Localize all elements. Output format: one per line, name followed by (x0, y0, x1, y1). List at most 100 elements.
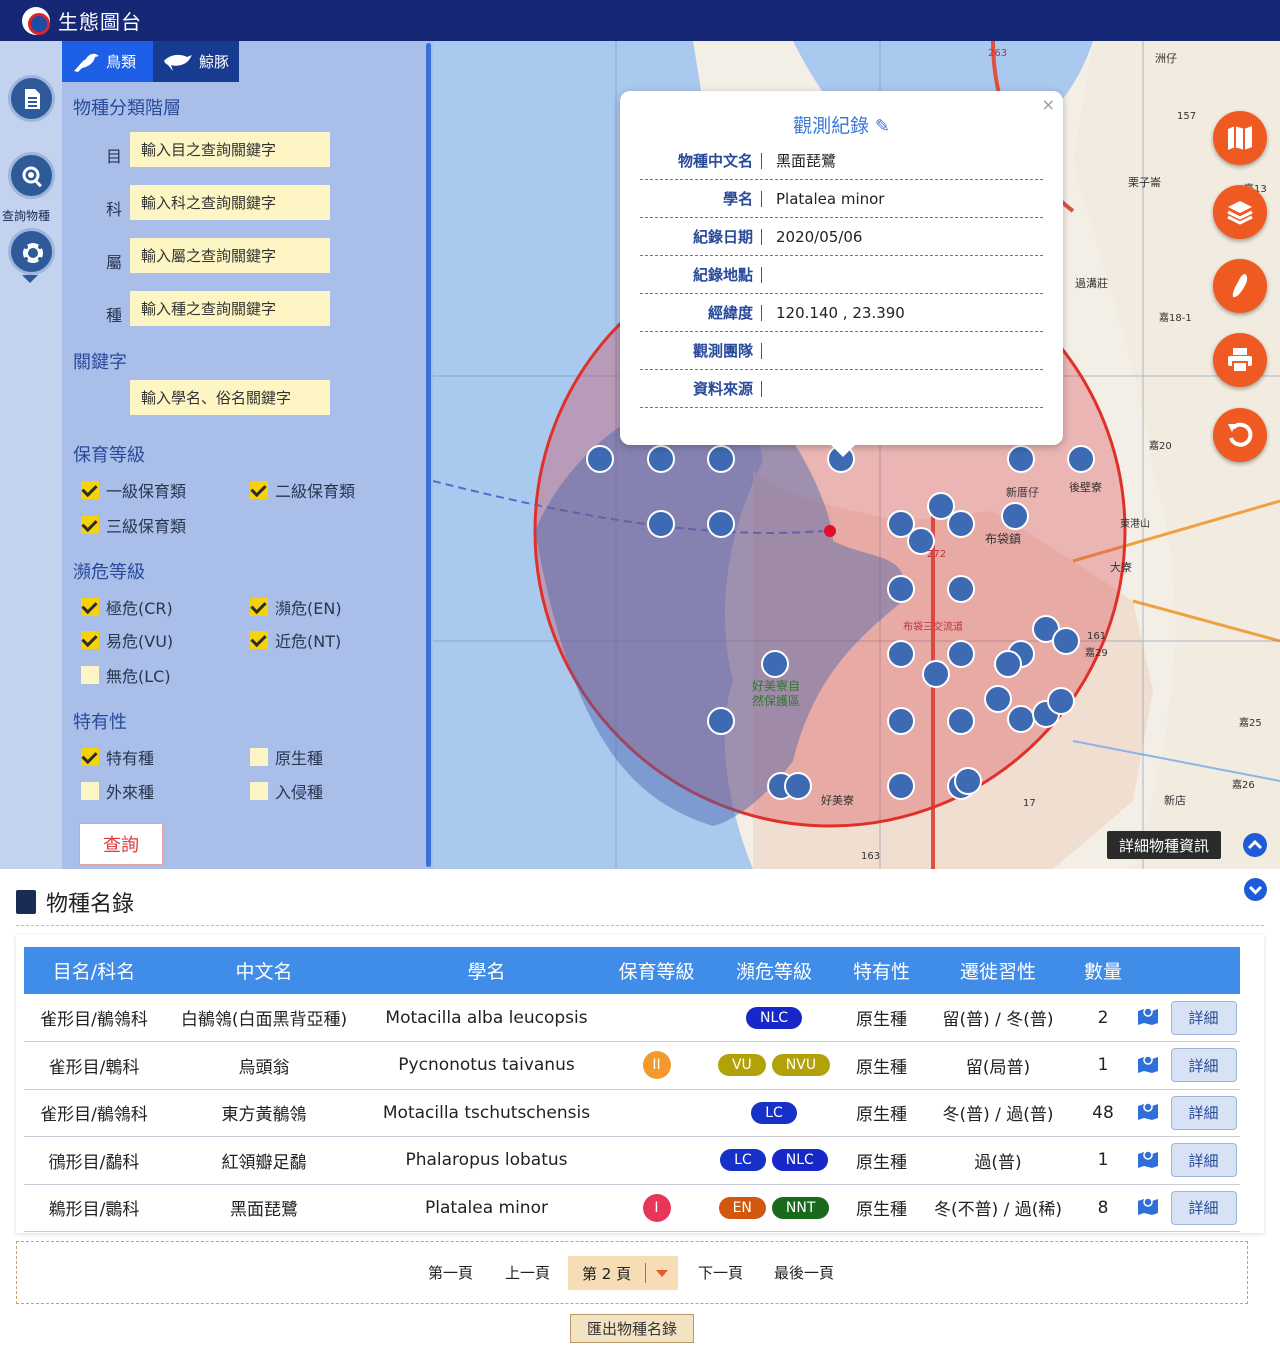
cell-count: 48 (1077, 1089, 1129, 1137)
map-location-icon[interactable] (1137, 1005, 1159, 1025)
chevron-down-icon[interactable] (22, 275, 38, 283)
checkbox-nt[interactable]: 近危(NT) (250, 628, 341, 652)
taiwan-extent-button[interactable] (1213, 259, 1267, 313)
species-input[interactable] (130, 291, 330, 326)
cell-order: 鴴形目/鷸科 (24, 1136, 164, 1185)
cell-detail: 詳細 (1167, 1184, 1240, 1232)
map-label: 東港山 (1120, 519, 1150, 530)
search-species-icon[interactable] (8, 152, 55, 199)
cell-order: 鵜形目/䴉科 (24, 1184, 164, 1232)
taxon-tabs: 鳥類 鯨豚 (62, 41, 239, 82)
checkbox-alien[interactable]: 外來種 (81, 779, 154, 803)
close-icon[interactable]: × (1042, 95, 1055, 114)
document-icon[interactable] (8, 75, 55, 122)
table-row: 雀形目/鶺鴒科 東方黃鶺鴒 Motacilla tschutschensis LC 原生… (24, 1089, 1240, 1137)
cell-endangered: LC (704, 1089, 844, 1137)
checkbox-native[interactable]: 原生種 (250, 745, 323, 769)
checkbox-protection-3[interactable]: 三級保育類 (81, 513, 186, 537)
cell-order: 雀形目/鶺鴒科 (24, 1089, 164, 1137)
cell-endangered: LC NLC (704, 1136, 844, 1185)
cell-protection: II (609, 1041, 704, 1090)
cell-detail: 詳細 (1167, 1089, 1240, 1137)
panel-scrollbar[interactable] (424, 41, 433, 869)
checkbox-lc[interactable]: 無危(LC) (81, 663, 171, 687)
print-button[interactable] (1213, 333, 1267, 387)
checkbox-icon (250, 598, 268, 616)
keyword-input[interactable] (130, 380, 330, 415)
scrollbar-thumb[interactable] (426, 43, 431, 867)
popup-title: 觀測紀錄 ✎ (793, 115, 890, 137)
detail-button[interactable]: 詳細 (1170, 1143, 1237, 1178)
chevron-down-icon[interactable] (1244, 878, 1267, 901)
cell-name: 東方黃鶺鴒 (164, 1089, 364, 1137)
checkbox-icon (250, 481, 268, 499)
table-row: 鴴形目/鷸科 紅領瓣足鷸 Phalaropus lobatus LC NLC 原生種 過(普… (24, 1136, 1240, 1185)
cell-order: 雀形目/鵯科 (24, 1041, 164, 1090)
prev-page-link[interactable]: 上一頁 (505, 1262, 550, 1283)
col-order: 目名/科名 (24, 947, 164, 994)
map-label: 嘉26 (1232, 780, 1255, 791)
map-label: 好美寮 (821, 794, 854, 807)
detail-button[interactable]: 詳細 (1170, 1190, 1237, 1225)
query-button[interactable]: 查詢 (79, 823, 163, 865)
tab-cetaceans[interactable]: 鯨豚 (153, 41, 239, 82)
detail-button[interactable]: 詳細 (1170, 1048, 1237, 1083)
map-location-icon[interactable] (1137, 1195, 1159, 1216)
order-input[interactable] (130, 132, 330, 167)
cell-endemic: 原生種 (844, 994, 919, 1042)
checkbox-protection-1[interactable]: 一級保育類 (81, 478, 186, 502)
family-input[interactable] (130, 185, 330, 220)
chevron-up-icon[interactable] (1243, 833, 1267, 857)
species-detail-button[interactable]: 詳細物種資訊 (1107, 831, 1222, 859)
ecology-icon[interactable] (8, 228, 55, 275)
checkbox-invasive[interactable]: 入侵種 (250, 779, 323, 803)
taxonomy-title: 物種分類階層 (73, 98, 181, 119)
edit-icon[interactable]: ✎ (869, 116, 890, 137)
checkbox-cr[interactable]: 極危(CR) (81, 595, 173, 619)
map-label: 大寮 (1110, 561, 1132, 574)
printer-icon (1228, 348, 1252, 373)
cell-protection: I (609, 1184, 704, 1232)
dolphin-icon (164, 54, 192, 71)
cell-endangered: NLC (704, 994, 844, 1042)
map-location-icon[interactable] (1137, 1053, 1159, 1073)
map-location-icon[interactable] (1137, 1148, 1159, 1168)
cell-name: 黑面琵鷺 (164, 1184, 364, 1232)
col-name: 中文名 (164, 947, 364, 994)
map-label: 布袋鎮 (985, 532, 1022, 546)
cell-detail: 詳細 (1167, 1041, 1240, 1090)
checkbox-icon (250, 631, 268, 649)
popup-row: 紀錄日期 2020/05/06 (640, 218, 1043, 256)
checkbox-en[interactable]: 瀕危(EN) (250, 595, 342, 619)
divider (16, 925, 1264, 926)
cell-name: 白鶺鴒(白面黑背亞種) (164, 994, 364, 1042)
export-species-button[interactable]: 匯出物種名錄 (570, 1314, 694, 1343)
detail-button[interactable]: 詳細 (1170, 1000, 1237, 1035)
col-endemic: 特有性 (844, 947, 919, 994)
last-page-link[interactable]: 最後一頁 (774, 1262, 834, 1283)
tab-birds[interactable]: 鳥類 (62, 41, 153, 82)
checkbox-endemic[interactable]: 特有種 (81, 745, 154, 769)
cell-name: 紅領瓣足鷸 (164, 1136, 364, 1185)
cell-protection (609, 994, 704, 1042)
layers-button[interactable] (1213, 185, 1267, 239)
checkbox-protection-2[interactable]: 二級保育類 (250, 478, 355, 502)
reset-button[interactable] (1213, 408, 1267, 462)
cell-count: 8 (1077, 1184, 1129, 1232)
page-select[interactable]: 第 2 頁 (568, 1256, 678, 1290)
checkbox-vu[interactable]: 易危(VU) (81, 628, 173, 652)
cell-detail: 詳細 (1167, 1136, 1240, 1185)
map-label: 157 (1177, 111, 1197, 122)
basemap-button[interactable] (1213, 111, 1267, 165)
map-location-icon[interactable] (1137, 1100, 1159, 1121)
map-icon (1228, 126, 1252, 150)
species-label: 種 (106, 306, 123, 325)
map-label: 然保護區 (752, 694, 801, 708)
checkbox-icon (81, 666, 99, 684)
genus-input[interactable] (130, 238, 330, 273)
cell-migration: 冬(不普) / 過(稀) (919, 1184, 1077, 1232)
first-page-link[interactable]: 第一頁 (428, 1262, 473, 1283)
cell-migration: 留(局普) (919, 1041, 1077, 1090)
detail-button[interactable]: 詳細 (1170, 1095, 1237, 1130)
next-page-link[interactable]: 下一頁 (698, 1262, 743, 1283)
